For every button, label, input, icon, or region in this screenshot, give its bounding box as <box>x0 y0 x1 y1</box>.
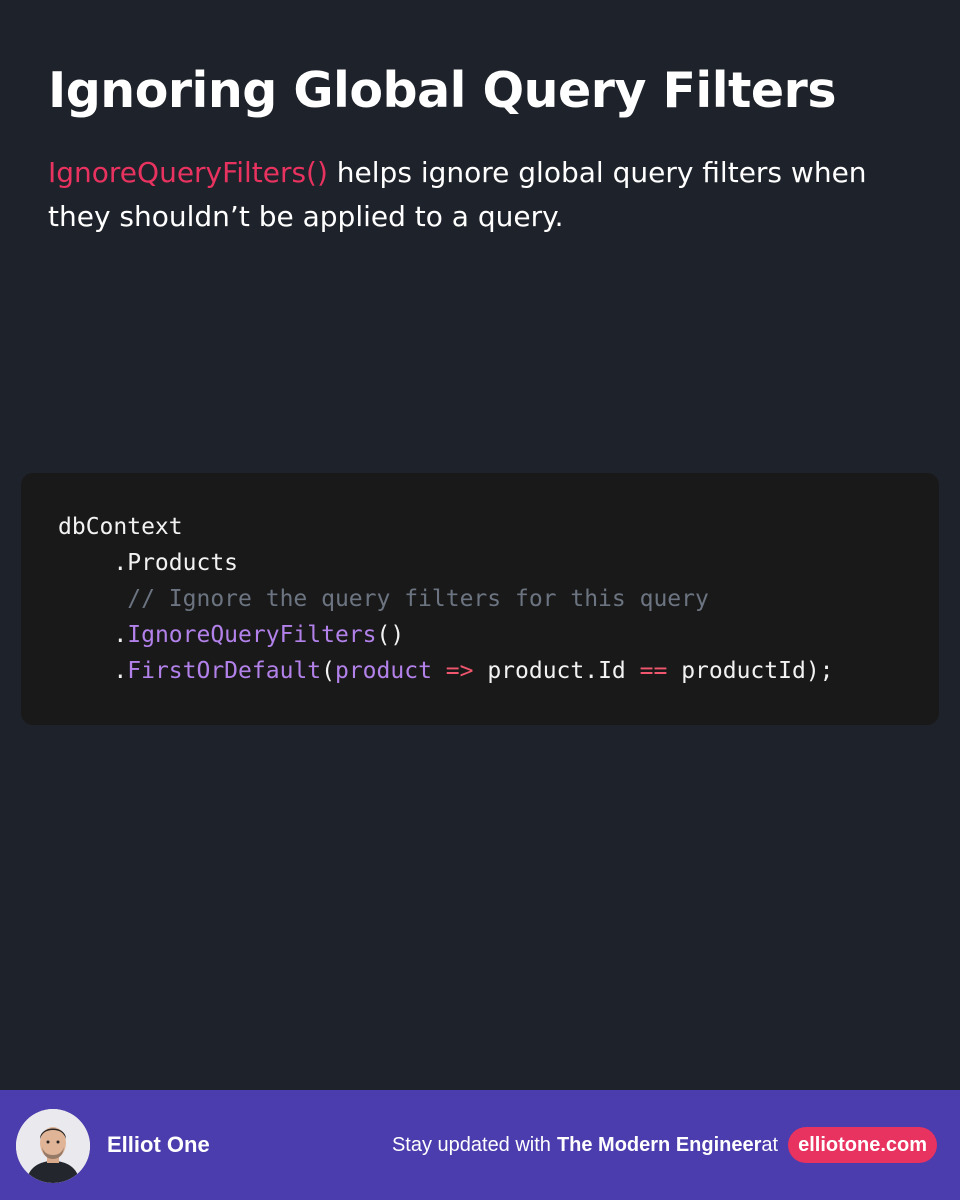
cta-brand: The Modern Engineer <box>556 1133 762 1156</box>
code-block: dbContext .Products // Ignore the query … <box>21 473 939 725</box>
code-method: FirstOrDefault <box>127 658 322 684</box>
footer-bar: Elliot One Stay updated with The Modern … <box>0 1090 960 1200</box>
author-name: Elliot One <box>107 1132 210 1157</box>
code-content: dbContext .Products // Ignore the query … <box>58 509 834 689</box>
footer-cta: Stay updated with The Modern Engineer at… <box>392 1127 937 1163</box>
code-line-3: // Ignore the query filters for this que… <box>58 581 834 617</box>
code-line-2: .Products <box>58 550 239 576</box>
code-token: ( <box>321 658 335 684</box>
code-token: product.Id <box>487 658 640 684</box>
code-param: product <box>334 658 432 684</box>
code-line-4: .IgnoreQueryFilters() <box>58 617 834 653</box>
cta-text: Stay updated with <box>391 1133 551 1156</box>
cta-at: at <box>761 1133 779 1156</box>
code-method: IgnoreQueryFilters <box>127 622 377 648</box>
code-token: () <box>376 622 405 648</box>
code-line-1: dbContext <box>58 514 183 540</box>
code-line-5: .FirstOrDefault(product => product.Id ==… <box>58 653 834 689</box>
page-subtitle: IgnoreQueryFilters() helps ignore global… <box>48 151 918 239</box>
subtitle-highlight: IgnoreQueryFilters() <box>48 156 328 189</box>
author-avatar-icon <box>16 1109 90 1183</box>
page-title: Ignoring Global Query Filters <box>48 62 837 119</box>
code-token: . <box>58 658 128 684</box>
code-comment: // Ignore the query filters for this que… <box>127 586 709 612</box>
site-link[interactable]: elliotone.com <box>788 1127 937 1163</box>
code-token: . <box>58 622 128 648</box>
code-operator: => <box>431 658 488 684</box>
code-operator: == <box>639 658 668 684</box>
code-token: productId); <box>667 658 834 684</box>
